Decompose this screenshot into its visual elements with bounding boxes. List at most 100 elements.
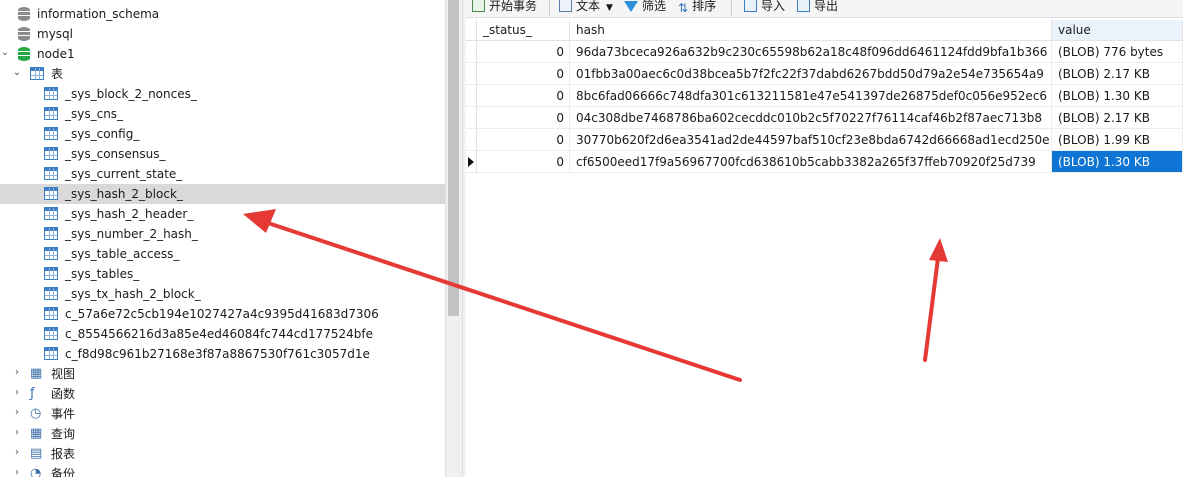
database-icon: [18, 47, 30, 61]
tree-item-label: c_8554566216d3a85e4ed46084fc744cd177524b…: [65, 327, 373, 341]
tree-item-label: 表: [51, 67, 64, 81]
table-icon: [44, 267, 58, 280]
tree-item-label: _sys_block_2_nonces_: [65, 87, 197, 101]
text-icon: [559, 0, 572, 12]
tree-item-label: _sys_tx_hash_2_block_: [65, 287, 201, 301]
tree-item-table[interactable]: c_8554566216d3a85e4ed46084fc744cd177524b…: [0, 324, 445, 344]
column-header-status[interactable]: _status_: [477, 20, 570, 41]
grid-corner: [466, 20, 477, 41]
chevron-down-icon[interactable]: ⌄: [12, 68, 22, 78]
tree-group-item[interactable]: › ◷ 事件: [0, 404, 445, 424]
data-toolbar: 开始事务 文本 ▼ 筛选 ⇅ 排序 导入 导出: [466, 0, 1183, 18]
chevron-right-icon[interactable]: ›: [12, 408, 22, 418]
cell-hash[interactable]: 04c308dbe7468786ba602cecddc010b2c5f70227…: [570, 107, 1052, 129]
table-icon: [44, 127, 58, 140]
database-icon: [18, 27, 30, 41]
tree-item-table[interactable]: _sys_block_2_nonces_: [0, 84, 445, 104]
cell-value[interactable]: (BLOB) 1.30 KB: [1052, 85, 1183, 107]
scrollbar-thumb[interactable]: [448, 0, 459, 316]
tree-item-label: _sys_tables_: [65, 267, 140, 281]
tree-group-tables[interactable]: ⌄ 表: [0, 64, 445, 84]
chevron-right-icon[interactable]: ›: [12, 428, 22, 438]
cell-value[interactable]: (BLOB) 2.17 KB: [1052, 63, 1183, 85]
cell-value[interactable]: (BLOB) 2.17 KB: [1052, 107, 1183, 129]
toolbar-divider: [549, 0, 550, 16]
tree-item-label: _sys_table_access_: [65, 247, 180, 261]
export-icon: [797, 0, 810, 12]
tree-group-item[interactable]: › ▦ 查询: [0, 424, 445, 444]
begin-transaction-button[interactable]: 开始事务: [472, 0, 537, 15]
cell-hash[interactable]: 96da73bceca926a632b9c230c65598b62a18c48f…: [570, 41, 1052, 63]
tree-item-table[interactable]: _sys_current_state_: [0, 164, 445, 184]
cell-status[interactable]: 0: [477, 151, 570, 173]
row-header[interactable]: [466, 63, 477, 85]
filter-button[interactable]: 筛选: [624, 0, 666, 15]
row-header[interactable]: [466, 151, 477, 173]
sort-icon: ⇅: [678, 1, 689, 15]
cell-value[interactable]: (BLOB) 776 bytes: [1052, 41, 1183, 63]
column-header-value[interactable]: value: [1052, 20, 1183, 41]
tree-item-table[interactable]: c_f8d98c961b27168e3f87a8867530f761c3057d…: [0, 344, 445, 364]
table-icon: [44, 287, 58, 300]
chevron-right-icon[interactable]: ›: [12, 388, 22, 398]
tree-item-table[interactable]: _sys_tx_hash_2_block_: [0, 284, 445, 304]
navigator-scrollbar[interactable]: [445, 0, 462, 477]
tree-item-table[interactable]: _sys_hash_2_header_: [0, 204, 445, 224]
chevron-right-icon[interactable]: ›: [12, 468, 22, 477]
tree-item-label: 事件: [51, 407, 76, 421]
tree-item-label: c_f8d98c961b27168e3f87a8867530f761c3057d…: [65, 347, 370, 361]
cell-hash[interactable]: 30770b620f2d6ea3541ad2de44597baf510cf23e…: [570, 129, 1052, 151]
cell-status[interactable]: 0: [477, 85, 570, 107]
filter-icon: [624, 1, 638, 12]
chevron-down-icon[interactable]: ⌄: [0, 48, 10, 58]
tree-group-item[interactable]: › ƒ 函数: [0, 384, 445, 404]
cell-hash[interactable]: 8bc6fad06666c748dfa301c613211581e47e5413…: [570, 85, 1052, 107]
tree-item-label: 视图: [51, 367, 76, 381]
import-icon: [744, 0, 757, 12]
table-icon: [44, 227, 58, 240]
tree-item-label: c_57a6e72c5cb194e1027427a4c9395d41683d73…: [65, 307, 379, 321]
chevron-right-icon[interactable]: ›: [12, 368, 22, 378]
cell-value[interactable]: (BLOB) 1.99 KB: [1052, 129, 1183, 151]
tree-item-table[interactable]: _sys_consensus_: [0, 144, 445, 164]
tree-item-table[interactable]: _sys_number_2_hash_: [0, 224, 445, 244]
table-icon: [44, 327, 58, 340]
import-button[interactable]: 导入: [744, 0, 785, 15]
tree-item-table[interactable]: _sys_hash_2_block_: [0, 184, 445, 204]
tree-item-db-node1[interactable]: ⌄ node1: [0, 44, 445, 64]
row-header[interactable]: [466, 129, 477, 151]
tree-group-item[interactable]: › ▤ 报表: [0, 444, 445, 464]
chevron-right-icon[interactable]: ›: [12, 448, 22, 458]
cell-hash[interactable]: 01fbb3a00aec6c0d38bcea5b7f2fc22f37dabd62…: [570, 63, 1052, 85]
query-icon: ▦: [30, 426, 43, 441]
cell-status[interactable]: 0: [477, 41, 570, 63]
row-header[interactable]: [466, 41, 477, 63]
cell-hash[interactable]: cf6500eed17f9a56967700fcd638610b5cabb338…: [570, 151, 1052, 173]
tree-item-table[interactable]: c_57a6e72c5cb194e1027427a4c9395d41683d73…: [0, 304, 445, 324]
tree-item-table[interactable]: _sys_tables_: [0, 264, 445, 284]
navigator-tree: information_schema mysql ⌄ node1 ⌄ 表 _sy…: [0, 0, 445, 477]
tree-item-table[interactable]: _sys_cns_: [0, 104, 445, 124]
cell-value[interactable]: (BLOB) 1.30 KB: [1052, 151, 1183, 173]
tree-group-item[interactable]: › ▦ 视图: [0, 364, 445, 384]
sort-button[interactable]: ⇅ 排序: [678, 0, 716, 15]
tree-item-table[interactable]: _sys_config_: [0, 124, 445, 144]
table-icon: [44, 187, 58, 200]
text-view-button[interactable]: 文本 ▼: [559, 0, 613, 15]
row-header[interactable]: [466, 107, 477, 129]
chevron-down-icon[interactable]: ▼: [606, 3, 613, 13]
export-button[interactable]: 导出: [797, 0, 838, 15]
tree-item-table[interactable]: _sys_table_access_: [0, 244, 445, 264]
table-icon: [44, 167, 58, 180]
tree-item-label: 函数: [51, 387, 76, 401]
tree-item-db-mysql[interactable]: mysql: [0, 24, 445, 44]
column-header-hash[interactable]: hash: [570, 20, 1052, 41]
tree-group-item[interactable]: › ◔ 备份: [0, 464, 445, 477]
event-icon: ◷: [30, 406, 42, 421]
cell-status[interactable]: 0: [477, 63, 570, 85]
tree-item-db-information-schema[interactable]: information_schema: [0, 4, 445, 24]
tree-item-label: 报表: [51, 447, 76, 461]
cell-status[interactable]: 0: [477, 129, 570, 151]
row-header[interactable]: [466, 85, 477, 107]
cell-status[interactable]: 0: [477, 107, 570, 129]
